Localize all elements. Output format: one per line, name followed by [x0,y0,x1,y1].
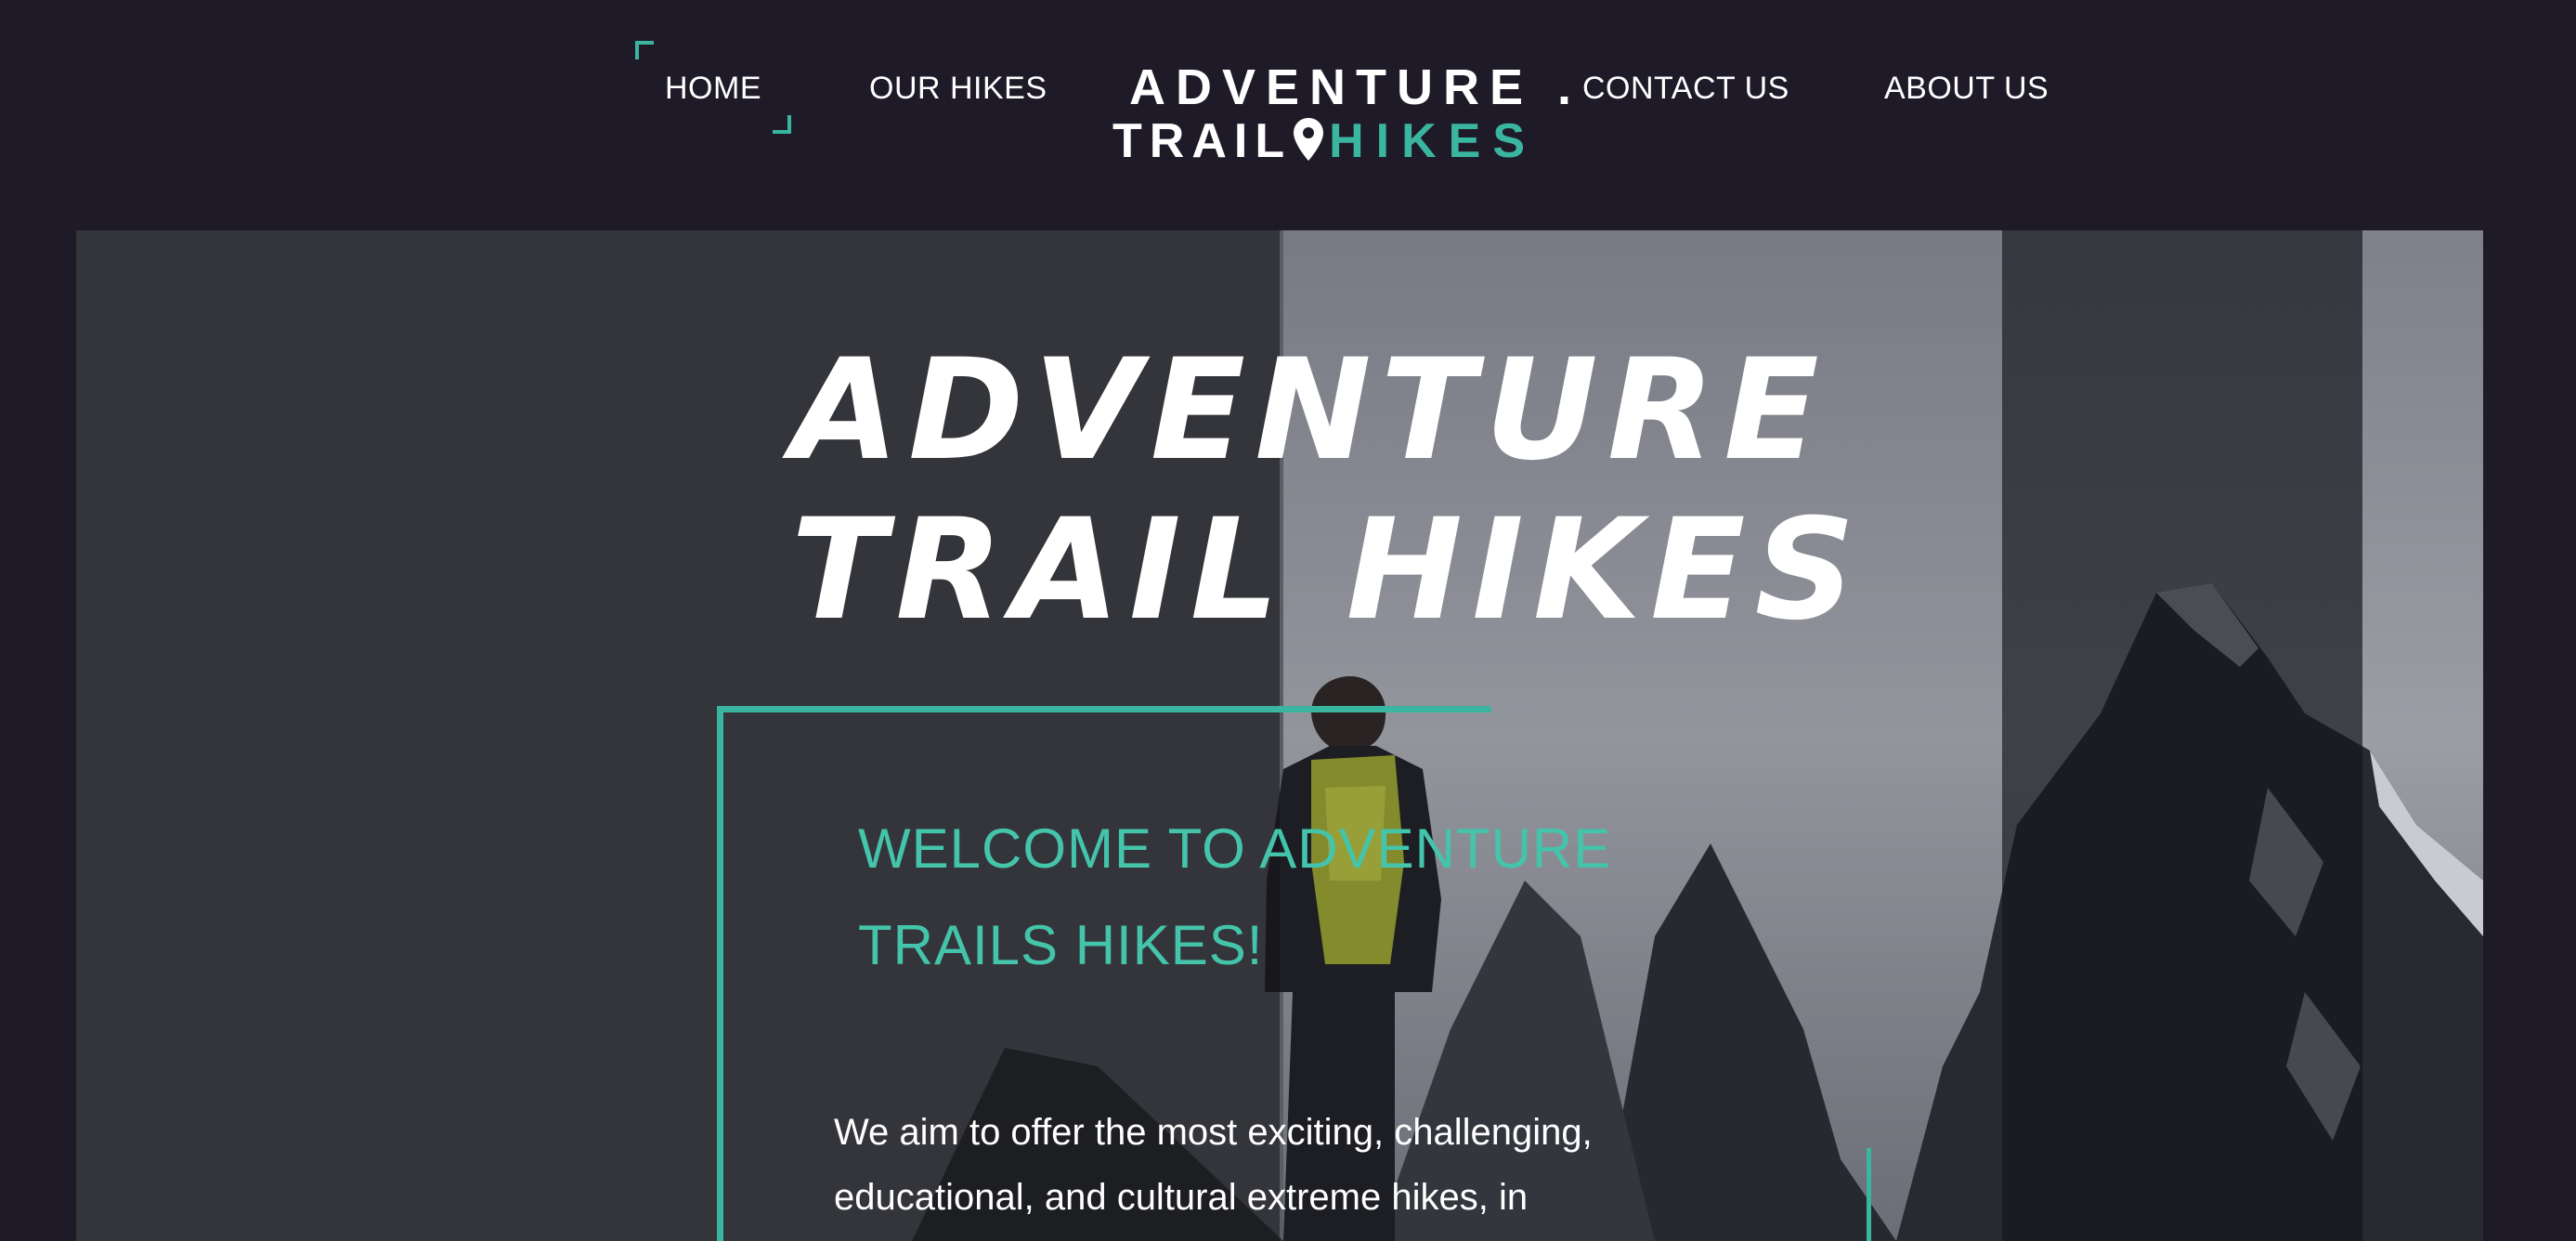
logo-wordmark-bottom: TRAIL HIKES [1112,113,1537,169]
nav-link-home[interactable]: HOME [665,67,761,110]
top-navigation: HOME OUR HIKES ADVENTURE . TRAIL HIKES C… [0,0,2576,230]
logo-hikes-text: HIKES [1329,114,1538,168]
frame-border-right [1867,1148,1871,1241]
frame-border-left [717,706,723,1241]
intro-paragraph: We aim to offer the most exciting, chall… [834,1100,1763,1230]
active-bracket-bottom-right [773,115,791,134]
page: HOME OUR HIKES ADVENTURE . TRAIL HIKES C… [0,0,2576,1241]
hero-title-line-2: TRAIL HIKES [791,490,1865,651]
nav-link-about-us[interactable]: ABOUT US [1884,67,2049,110]
logo-trail-text: TRAIL [1112,114,1293,168]
frame-border-top [717,706,1491,712]
logo-wordmark-top: ADVENTURE . [1129,59,1582,115]
intro-paragraph-line-2: educational, and cultural extreme hikes,… [834,1177,1529,1218]
map-pin-icon [1294,118,1324,161]
welcome-heading-line-2: TRAILS HIKES! [858,914,1264,976]
intro-paragraph-line-1: We aim to offer the most exciting, chall… [834,1112,1593,1153]
hero-section: ADVENTURE TRAIL HIKES WELCOME TO ADVENTU… [76,230,2483,1241]
nav-link-contact-us[interactable]: CONTACT US [1582,67,1789,110]
active-bracket-top-left [635,41,654,59]
hero-title: ADVENTURE TRAIL HIKES [791,331,1906,650]
welcome-heading: WELCOME TO ADVENTURE TRAILS HIKES! [858,801,1694,994]
site-logo[interactable]: ADVENTURE . TRAIL HIKES [1096,56,1571,168]
nav-link-our-hikes[interactable]: OUR HIKES [869,67,1047,110]
hero-title-line-1: ADVENTURE [791,330,1828,491]
welcome-heading-line-1: WELCOME TO ADVENTURE [858,817,1612,880]
